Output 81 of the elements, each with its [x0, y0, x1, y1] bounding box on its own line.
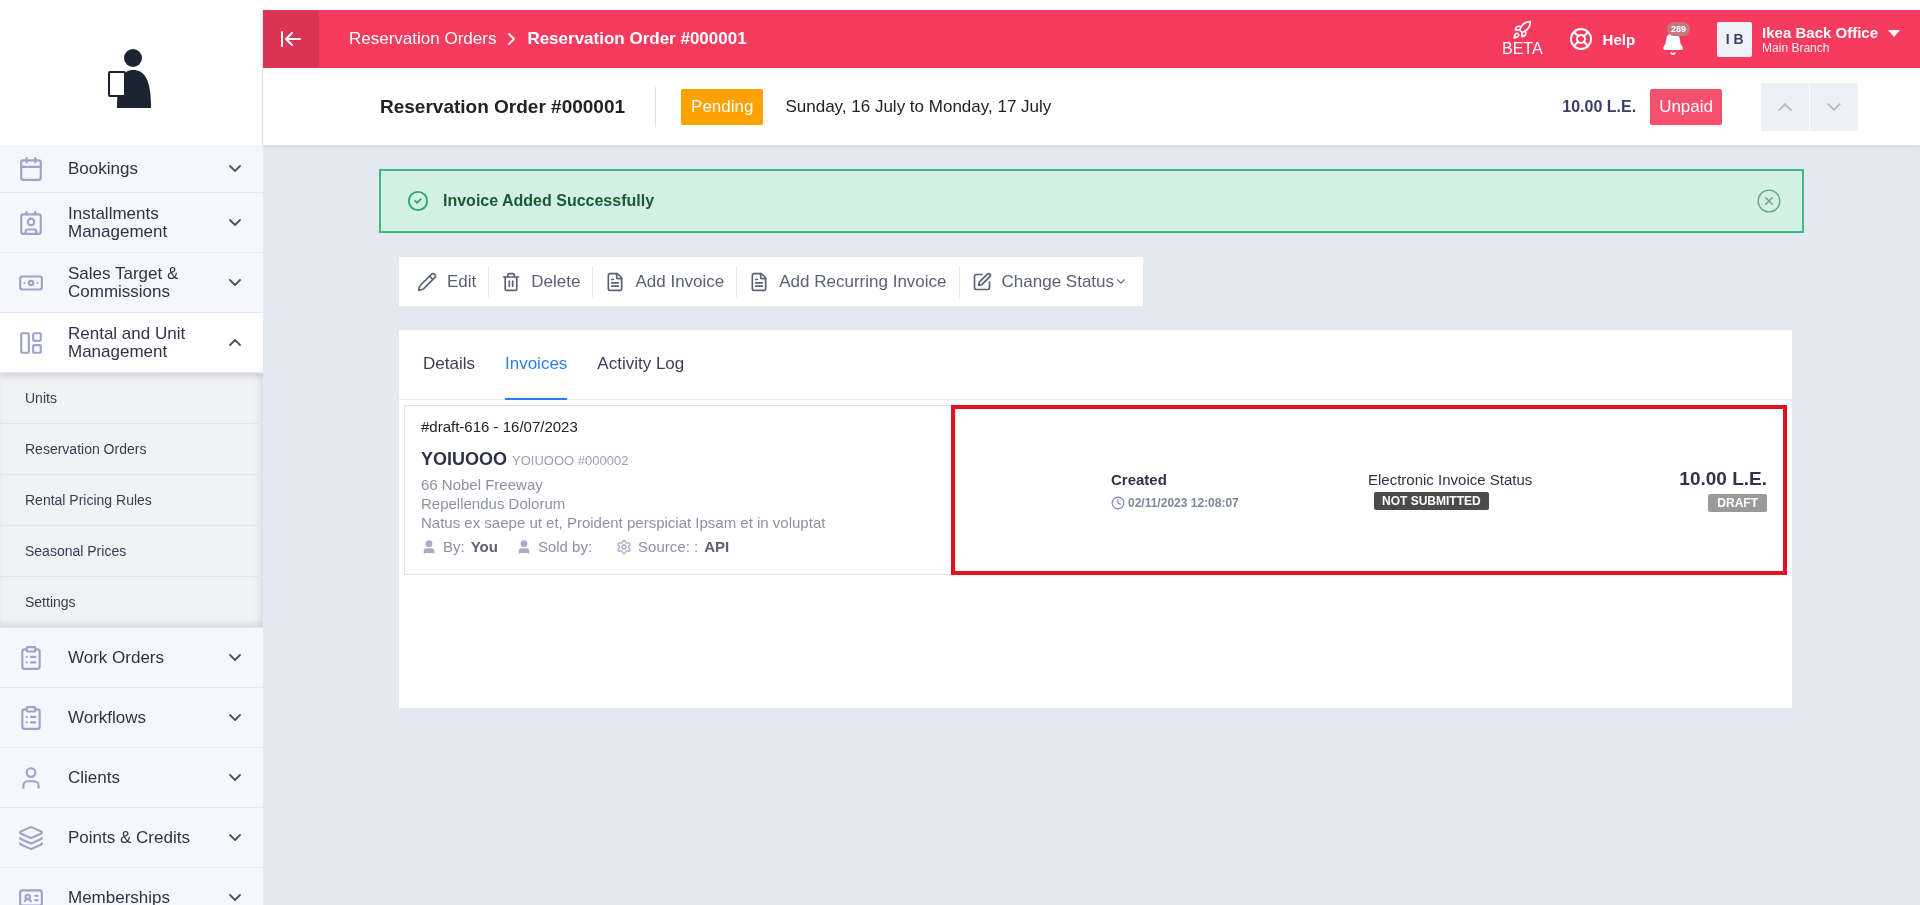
client-name: YOIUOOO — [421, 449, 507, 470]
client-code: YOIUOOO #000002 — [512, 453, 629, 468]
by-label: By: — [443, 538, 465, 555]
chevron-down-icon — [229, 654, 241, 661]
pencil-icon — [417, 271, 437, 292]
trash-icon — [501, 271, 522, 292]
invoice-status: DRAFT — [1708, 494, 1767, 512]
clipboard-icon — [18, 704, 44, 731]
contact-card-icon — [18, 209, 44, 236]
order-title: Reservation Order #000001 — [380, 86, 657, 127]
person-icon — [421, 538, 437, 555]
invoice-number-date: #draft-616 - 16/07/2023 — [421, 418, 579, 435]
chevron-down-icon — [229, 714, 241, 721]
chevron-down-icon — [229, 279, 241, 286]
pen-square-icon — [971, 271, 992, 292]
tab[interactable]: Invoices — [504, 330, 568, 400]
clipboard-icon — [18, 644, 44, 671]
source-label: Source: : — [638, 538, 699, 555]
sidebar-item[interactable]: Rental and Unit Management — [0, 313, 263, 373]
by-value: You — [470, 538, 498, 555]
chevron-down-icon — [229, 774, 241, 781]
action-button[interactable]: Delete — [489, 265, 594, 298]
tab[interactable]: Details — [423, 330, 475, 400]
calendar-icon — [18, 155, 44, 182]
check-circle-icon — [407, 190, 429, 212]
document-icon — [605, 271, 626, 292]
tab[interactable]: Activity Log — [597, 330, 685, 400]
user-menu[interactable]: I B Ikea Back Office Main Branch — [1717, 21, 1900, 57]
sidebar-subitem[interactable]: Rental Pricing Rules — [0, 475, 263, 526]
chevron-down-icon — [229, 165, 241, 172]
sidebar-toggle-button[interactable] — [263, 10, 319, 68]
chevron-down-icon — [1827, 102, 1841, 111]
layers-icon — [18, 824, 44, 851]
help-link[interactable]: Help — [1568, 27, 1636, 51]
layout-icon — [18, 329, 44, 356]
source-value: API — [704, 538, 730, 555]
einvoice-status: NOT SUBMITTED — [1374, 491, 1489, 510]
bell-icon — [1661, 32, 1686, 56]
sold-by-label: Sold by: — [537, 538, 593, 555]
payment-status-label: Unpaid — [1650, 88, 1722, 125]
sidebar-subitem[interactable]: Seasonal Prices — [0, 526, 263, 577]
action-button[interactable]: Edit — [405, 265, 490, 298]
lifebuoy-icon — [1568, 27, 1593, 51]
invoice-total: 10.00 L.E. — [1679, 468, 1767, 490]
breadcrumb-link[interactable]: Reservation Orders — [349, 29, 497, 49]
chevron-up-icon — [1778, 102, 1792, 111]
reservation-dates: Sunday, 16 July to Monday, 17 July — [785, 96, 1053, 117]
action-button[interactable]: Add Invoice — [593, 265, 738, 298]
einvoice-status-label: Electronic Invoice Status — [1368, 470, 1534, 488]
next-button[interactable] — [1810, 82, 1858, 131]
breadcrumb-link[interactable]: Reservation Order #000001 — [527, 29, 747, 49]
address-line: Repellendus Dolorum — [421, 495, 567, 512]
address-line: Natus ex saepe ut et, Proident perspiciat Ipsam et in voluptat — [421, 514, 827, 531]
chevron-right-icon — [508, 33, 516, 45]
chevron-down-icon — [229, 834, 241, 841]
created-datetime: 02/11/2023 12:08:07 — [1128, 495, 1239, 510]
alert-message: Invoice Added Successfully — [443, 192, 656, 210]
address-line: 66 Nobel Freeway — [421, 476, 544, 493]
chevron-down-icon — [229, 894, 241, 901]
order-amount: 10.00 L.E. — [1562, 97, 1637, 116]
clock-icon — [1111, 495, 1125, 510]
invoice-summary-panel[interactable]: #draft-616 - 16/07/2023 YOIUOOO YOIUOOO #000002 66 Nobel Freeway Repellendus Dolorum Natus ex saepe ut et, Proident perspiciat Ipsam et in voluptat By: You Sold by: Source: : API — [404, 405, 956, 575]
previous-button[interactable] — [1761, 82, 1809, 131]
action-button[interactable]: Change Status — [959, 265, 1137, 298]
sidebar-subitem[interactable]: Units — [0, 373, 263, 424]
action-button[interactable]: Add Recurring Invoice — [737, 265, 960, 298]
chevron-down-icon — [229, 219, 241, 226]
rocket-icon — [1512, 20, 1533, 40]
chevron-up-icon — [229, 339, 241, 346]
beta-link[interactable]: BETA — [1501, 20, 1543, 58]
caret-down-icon — [1888, 29, 1900, 38]
user-name: Ikea Back Office — [1762, 23, 1878, 41]
created-label: Created — [1111, 470, 1168, 488]
chevron-down-icon — [1117, 279, 1125, 284]
gear-icon — [616, 538, 633, 555]
status-label: Pending — [681, 88, 764, 125]
sidebar-subitem[interactable]: Reservation Orders — [0, 424, 263, 475]
branch-name: Main Branch — [1762, 40, 1831, 55]
user-avatar: I B — [1717, 21, 1753, 57]
notification-count: 289 — [1667, 22, 1691, 36]
close-icon[interactable] — [1756, 188, 1782, 214]
